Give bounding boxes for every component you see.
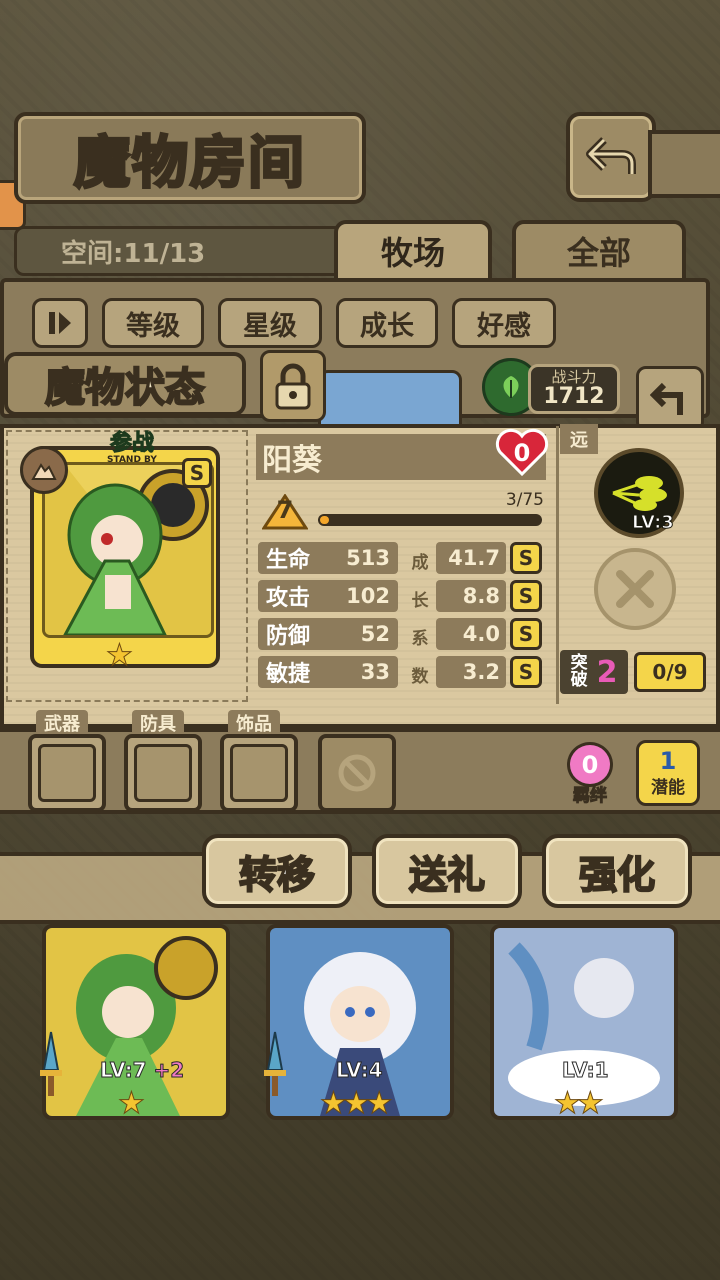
filter-level[interactable]: 等级: [102, 298, 204, 348]
stat-defense: 防御 52: [258, 618, 398, 650]
seed-skill-icon: [612, 476, 667, 511]
combat-power: 战斗力 1712: [528, 364, 620, 414]
growth-label-1: 成: [411, 553, 429, 573]
prohibited-icon: [338, 754, 376, 792]
growth-agility: 3.2: [436, 656, 506, 688]
weapon-label: 武器: [36, 710, 88, 736]
stat-agility: 敏捷 33: [258, 656, 398, 688]
filter-growth[interactable]: 成长: [336, 298, 438, 348]
list-star-icon: ★: [118, 1086, 146, 1122]
rank-badge: S: [182, 458, 212, 488]
close-icon: [616, 570, 654, 608]
list-level-3: LV:1: [561, 1058, 609, 1083]
back-arrow-icon: [586, 137, 636, 174]
tab-all[interactable]: 全部: [512, 220, 686, 278]
card-star-icon: ★: [106, 638, 134, 674]
filter-stars[interactable]: 星级: [218, 298, 322, 348]
skill-level: LV:3: [632, 512, 675, 534]
list-level-2: LV:4: [335, 1058, 383, 1083]
potential-button[interactable]: 1 潜能: [636, 740, 700, 806]
empty-skill-slot[interactable]: [594, 548, 676, 630]
transfer-button[interactable]: 转移: [202, 834, 352, 908]
accessory-slot[interactable]: [220, 734, 298, 812]
standby-badge: 参战 STAND BY: [107, 431, 157, 465]
break-counter: 突破 2: [560, 650, 628, 694]
exp-text: 3/75: [505, 490, 544, 510]
sword-icon: [36, 1030, 62, 1096]
tab-ranch[interactable]: 牧场: [334, 220, 492, 278]
list-level-1: LV:7 +2: [99, 1058, 185, 1083]
armor-slot[interactable]: [124, 734, 202, 812]
gift-button[interactable]: 送礼: [372, 834, 522, 908]
armor-label: 防具: [132, 710, 184, 736]
range-badge: 远: [560, 424, 598, 454]
lock-button[interactable]: [260, 350, 326, 422]
grade-agility: S: [510, 656, 542, 688]
sword-icon: [260, 1030, 286, 1096]
stat-attack: 攻击 102: [258, 580, 398, 612]
exp-bar: [318, 514, 542, 526]
lock-icon: [275, 363, 311, 410]
exp-bar-fill: [320, 516, 329, 524]
status-title: 魔物状态: [4, 352, 246, 416]
page-title: 魔物房间: [14, 112, 366, 204]
stat-hp: 生命 513: [258, 542, 398, 574]
filter-affection[interactable]: 好感: [452, 298, 556, 348]
grade-attack: S: [510, 580, 542, 612]
back-button[interactable]: [566, 112, 656, 202]
return-arrow-icon: [650, 382, 683, 415]
growth-label-2: 长: [411, 591, 429, 611]
list-star-icon: ★★: [554, 1086, 605, 1122]
grade-hp: S: [510, 542, 542, 574]
growth-hp: 41.7: [436, 542, 506, 574]
level-badge: 7: [262, 494, 308, 530]
accessory-label: 饰品: [228, 710, 280, 736]
growth-defense: 4.0: [436, 618, 506, 650]
mountain-type-icon: [20, 446, 68, 494]
growth-label-4: 数: [411, 667, 429, 687]
pause-sort-button[interactable]: [32, 298, 88, 348]
bond-button[interactable]: 0 羁绊: [560, 742, 620, 807]
return-button[interactable]: [636, 366, 704, 432]
growth-attack: 8.8: [436, 580, 506, 612]
break-progress: 0/9: [634, 652, 706, 692]
affection-heart: 0: [494, 428, 550, 478]
grade-defense: S: [510, 618, 542, 650]
list-star-icon: ★★★: [320, 1086, 394, 1122]
space-counter: 空间:11/13: [14, 226, 344, 276]
growth-label-3: 系: [411, 629, 429, 649]
enhance-button[interactable]: 强化: [542, 834, 692, 908]
pause-icon: [49, 312, 71, 334]
weapon-slot[interactable]: [28, 734, 106, 812]
monster-portrait: [42, 462, 214, 638]
header-ribbon: [648, 130, 720, 198]
locked-slot: [318, 734, 396, 812]
